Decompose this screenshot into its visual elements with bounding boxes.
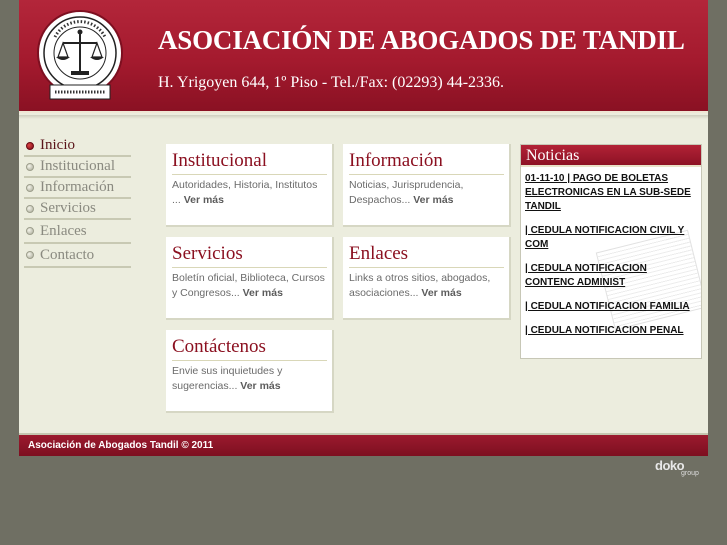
bullet-icon [26,183,34,192]
ver-mas-link[interactable]: Ver más [243,287,283,299]
ver-mas-link[interactable]: Ver más [240,380,280,392]
card-servicios: Servicios Boletín oficial, Biblioteca, C… [166,237,334,320]
news-item[interactable]: 01-11-10 | PAGO DE BOLETAS ELECTRONICAS … [525,172,697,214]
card-description: Links a otros sitios, abogados, asociaci… [349,271,504,301]
card-enlaces: Enlaces Links a otros sitios, abogados, … [343,237,511,320]
nav-item-label: Contacto [40,246,95,263]
nav-item-informacion[interactable]: Información [24,178,131,199]
nav-item-enlaces[interactable]: Enlaces [24,220,131,244]
card-informacion: Información Noticias, Jurisprudencia, De… [343,144,511,227]
ver-mas-link[interactable]: Ver más [421,287,461,299]
bullet-icon [26,204,34,213]
nav-item-label: Inicio [40,137,75,153]
ver-mas-link[interactable]: Ver más [413,194,453,206]
bullet-icon [26,227,34,235]
news-panel: Noticias 01-11-10 | PAGO DE BOLETAS ELEC… [520,144,702,359]
news-title: Noticias [521,145,701,167]
card-title[interactable]: Información [349,150,504,175]
nav-item-label: Enlaces [40,222,87,239]
site-footer: Asociación de Abogados Tandil © 2011 [19,433,708,456]
nav-item-label: Información [40,179,115,195]
card-title[interactable]: Servicios [172,243,327,268]
site-header: ASOCIACIÓN DE ABOGADOS DE TANDIL H. Yrig… [19,0,708,113]
card-text: Links a otros sitios, abogados, asociaci… [349,272,491,299]
news-item[interactable]: | CEDULA NOTIFICACION CIVIL Y COM [525,224,697,252]
copyright-text: Asociación de Abogados Tandil © 2011 [28,440,214,451]
card-title[interactable]: Institucional [172,150,327,175]
card-description: Boletín oficial, Biblioteca, Cursos y Co… [172,271,327,301]
brand-name: doko [655,458,685,473]
card-contactenos: Contáctenos Envie sus inquietudes y suge… [166,330,334,413]
nav-item-institucional[interactable]: Institucional [24,157,131,178]
card-title[interactable]: Enlaces [349,243,504,268]
nav-item-label: Institucional [40,158,115,174]
header-divider [19,115,708,119]
sidebar-nav: Inicio Institucional Información Servici… [24,136,131,268]
news-item[interactable]: | CEDULA NOTIFICACION CONTENC ADMINIST [525,262,697,290]
card-institucional: Institucional Autoridades, Historia, Ins… [166,144,334,227]
nav-item-inicio[interactable]: Inicio [24,136,131,157]
card-description: Noticias, Jurisprudencia, Despachos... V… [349,178,504,208]
nav-item-label: Servicios [40,200,96,216]
brand-logo[interactable]: doko group [655,458,707,482]
news-item[interactable]: | CEDULA NOTIFICACION PENAL [525,324,697,338]
logo-seal-icon[interactable] [37,7,123,107]
bullet-icon [26,162,34,171]
news-item[interactable]: | CEDULA NOTIFICACION FAMILIA [525,300,697,314]
ver-mas-link[interactable]: Ver más [184,194,224,206]
nav-item-contacto[interactable]: Contacto [24,244,131,268]
page-container: ASOCIACIÓN DE ABOGADOS DE TANDIL H. Yrig… [19,0,708,456]
card-description: Envie sus inquietudes y sugerencias... V… [172,364,327,394]
site-title: ASOCIACIÓN DE ABOGADOS DE TANDIL [158,25,685,55]
news-list: 01-11-10 | PAGO DE BOLETAS ELECTRONICAS … [521,167,701,338]
bullet-icon [26,251,34,259]
site-address: H. Yrigoyen 644, 1º Piso - Tel./Fax: (02… [158,74,505,91]
nav-item-servicios[interactable]: Servicios [24,199,131,220]
brand-sub: group [681,470,699,477]
bullet-icon [26,141,34,150]
card-title[interactable]: Contáctenos [172,336,327,361]
card-description: Autoridades, Historia, Institutos ... Ve… [172,178,327,208]
